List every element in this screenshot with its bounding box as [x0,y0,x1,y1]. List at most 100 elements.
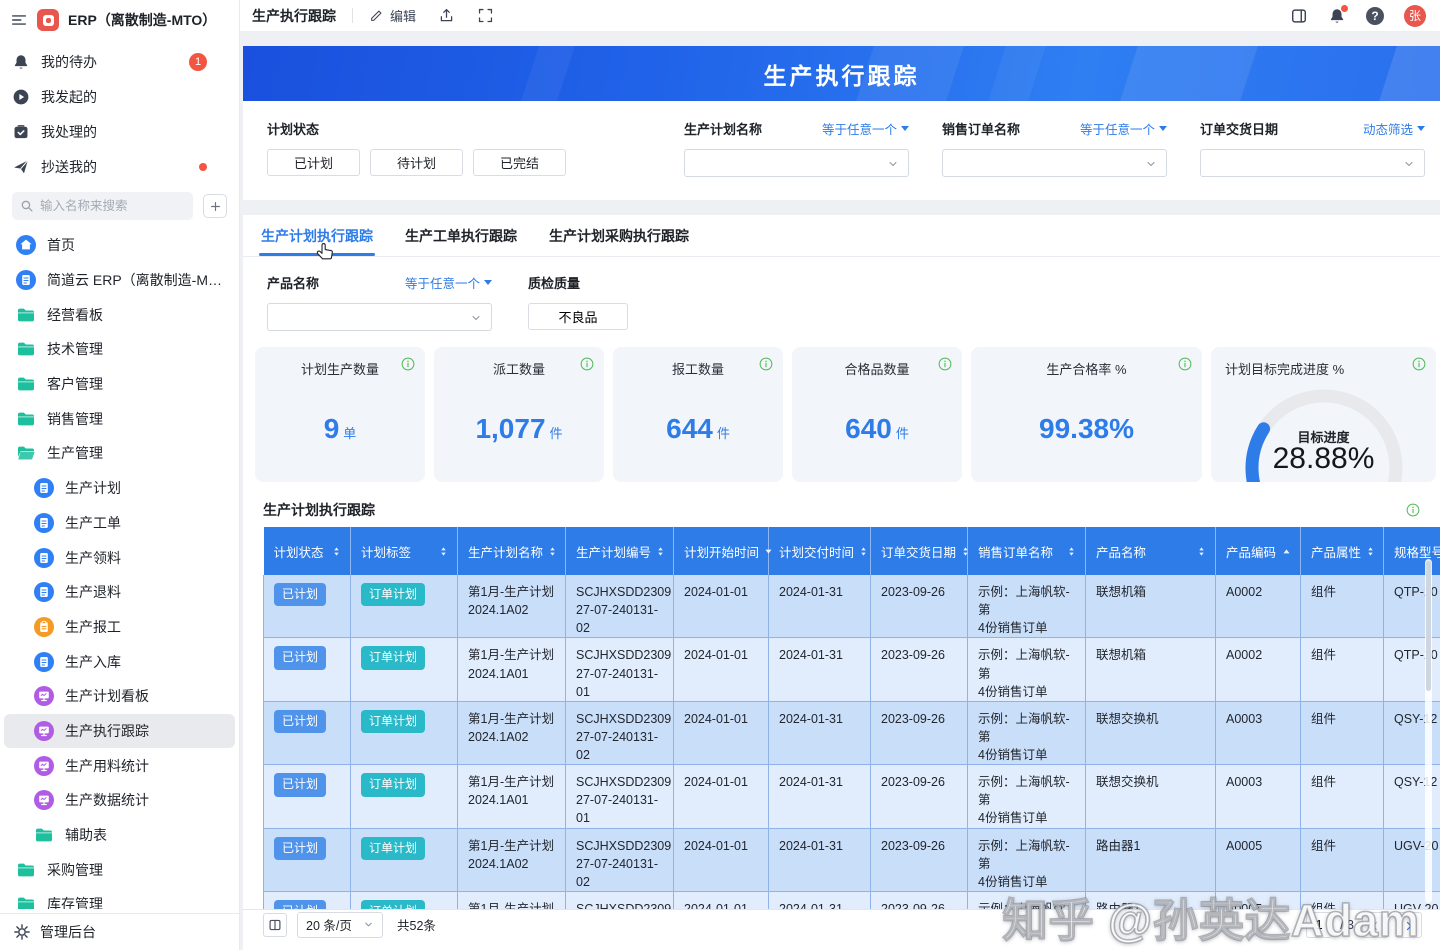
sidebar-item[interactable]: 库存管理 [4,887,235,909]
help-icon[interactable]: ? [1366,7,1384,25]
share-icon[interactable] [438,7,455,24]
column-header[interactable]: 产品编码 [1216,527,1301,575]
sidebar-item[interactable]: 生产计划 [4,471,235,506]
tag-badge: 订单计划 [361,900,425,909]
column-header[interactable]: 销售订单名称 [968,527,1086,575]
operator-link[interactable]: 等于任意一个 [1080,119,1167,138]
column-header[interactable]: 计划标签 [351,527,458,575]
sort-icon[interactable] [858,546,869,557]
column-header[interactable]: 产品属性 [1301,527,1384,575]
info-icon[interactable] [401,357,415,371]
plan-name-select[interactable] [684,149,909,177]
sidebar-item[interactable]: 生产领料 [4,540,235,575]
sort-icon[interactable] [1196,546,1207,557]
sidebar-item[interactable]: 采购管理 [4,852,235,887]
sidebar-quick-item[interactable]: 我处理的 [0,114,239,149]
chevron-down-icon [470,311,482,323]
table-scrollbar[interactable] [1425,559,1432,903]
sidebar-item[interactable]: 生产数据统计 [4,783,235,818]
delivery-date-select[interactable] [1200,149,1425,177]
quality-option[interactable]: 不良品 [528,303,628,330]
sidebar-item[interactable]: 生产管理 [4,436,235,471]
sidebar-item-label: 采购管理 [47,860,103,880]
fullscreen-icon[interactable] [477,7,494,24]
next-page-button[interactable] [1396,912,1422,938]
sidebar-quick-item[interactable]: 我发起的 [0,79,239,114]
column-header[interactable]: 订单交货日期 [871,527,968,575]
plan-status-option[interactable]: 待计划 [370,149,463,176]
sort-icon[interactable] [547,546,558,557]
sidebar-item[interactable]: 生产退料 [4,575,235,610]
sort-asc-icon[interactable] [1281,546,1292,557]
table-row[interactable]: 已计划订单计划第1月-生产计划 2024.1A01SCJHXSDD2309 27… [264,765,1440,828]
sidebar-item[interactable]: 生产执行跟踪 [4,714,235,749]
table-row[interactable]: 已计划订单计划第1月-生产计划 2024.1A02SCJHXSDD2309 27… [264,701,1440,764]
cell-attr: 组件 [1301,828,1384,891]
sidebar-search [12,192,227,220]
column-header[interactable]: 生产计划名称 [458,527,566,575]
info-icon[interactable] [938,357,952,371]
sidebar-item[interactable]: 生产入库 [4,644,235,679]
edit-button[interactable]: 编辑 [369,6,416,25]
sidebar-item[interactable]: 首页 [4,228,235,263]
search-input[interactable] [40,199,185,213]
sort-desc-icon[interactable] [763,546,774,557]
app-logo-icon[interactable] [37,9,59,31]
operator-link[interactable]: 等于任意一个 [405,273,492,292]
column-header[interactable]: 计划交付时间 [769,527,871,575]
contacts-panel-icon[interactable] [1290,7,1308,25]
column-settings-button[interactable] [263,913,287,937]
tab-2[interactable]: 生产计划采购执行跟踪 [549,215,689,256]
table-row[interactable]: 已计划订单计划第1月-生产计划 2024.1A02SCJHXSDD2309 27… [264,575,1440,638]
column-header[interactable]: 产品名称 [1086,527,1216,575]
sidebar-quick-item[interactable]: 抄送我的 [0,149,239,184]
hamburger-menu-icon[interactable] [10,11,28,29]
sort-icon[interactable] [438,546,449,557]
sort-icon[interactable] [655,546,666,557]
product-name-select[interactable] [267,303,492,331]
cell-deliver: 2023-09-26 [871,891,968,909]
add-button[interactable] [203,194,227,218]
prev-page-button[interactable] [1362,912,1388,938]
sidebar-item[interactable]: 简道云 ERP（离散制造-MTO）... [4,263,235,298]
sidebar-quick-item[interactable]: 我的待办1 [0,44,239,79]
filter-panel: 生产执行跟踪 计划状态 已计划待计划已完结 生产计划名称 等于任意一个 [243,46,1440,200]
column-header[interactable]: 生产计划编号 [566,527,674,575]
column-header[interactable]: 计划开始时间 [674,527,769,575]
sidebar-item[interactable]: 辅助表 [4,818,235,853]
operator-link[interactable]: 等于任意一个 [822,119,909,138]
sidebar-item[interactable]: 生产报工 [4,610,235,645]
sidebar-item-admin[interactable]: 管理后台 [0,913,239,950]
sort-icon[interactable] [960,546,971,557]
tab-0[interactable]: 生产计划执行跟踪 [261,215,373,256]
search-box[interactable] [12,192,193,220]
sidebar-item[interactable]: 生产工单 [4,506,235,541]
plan-status-option[interactable]: 已完结 [473,149,566,176]
sidebar-item[interactable]: 销售管理 [4,401,235,436]
table-row[interactable]: 已计划订单计划第1月-生产计划 2024.1A02SCJHXSDD2309 27… [264,828,1440,891]
cell-due: 2024-01-31 [769,638,871,701]
table-row[interactable]: 已计划订单计划第1月-生产计划 2024.1A01SCJHXSDD2309 27… [264,891,1440,909]
info-icon[interactable] [1406,503,1420,517]
order-name-select[interactable] [942,149,1167,177]
sidebar-item[interactable]: 客户管理 [4,367,235,402]
sidebar-item[interactable]: 经营看板 [4,297,235,332]
sidebar-item[interactable]: 技术管理 [4,332,235,367]
operator-link[interactable]: 动态筛选 [1363,119,1425,138]
bell-icon[interactable] [1328,7,1346,25]
sidebar-item[interactable]: 生产计划看板 [4,679,235,714]
sort-icon[interactable] [1365,546,1376,557]
avatar[interactable]: 张 [1404,5,1426,27]
info-icon[interactable] [580,357,594,371]
sort-icon[interactable] [1066,546,1077,557]
page-input[interactable] [1306,912,1332,938]
info-icon[interactable] [759,357,773,371]
plan-status-option[interactable]: 已计划 [267,149,360,176]
sidebar-item[interactable]: 生产用料统计 [4,748,235,783]
column-header[interactable]: 计划状态 [264,527,351,575]
info-icon[interactable] [1178,357,1192,371]
sort-icon[interactable] [331,546,342,557]
page-size-select[interactable]: 20 条/页 [297,912,383,938]
tab-1[interactable]: 生产工单执行跟踪 [405,215,517,256]
table-row[interactable]: 已计划订单计划第1月-生产计划 2024.1A01SCJHXSDD2309 27… [264,638,1440,701]
